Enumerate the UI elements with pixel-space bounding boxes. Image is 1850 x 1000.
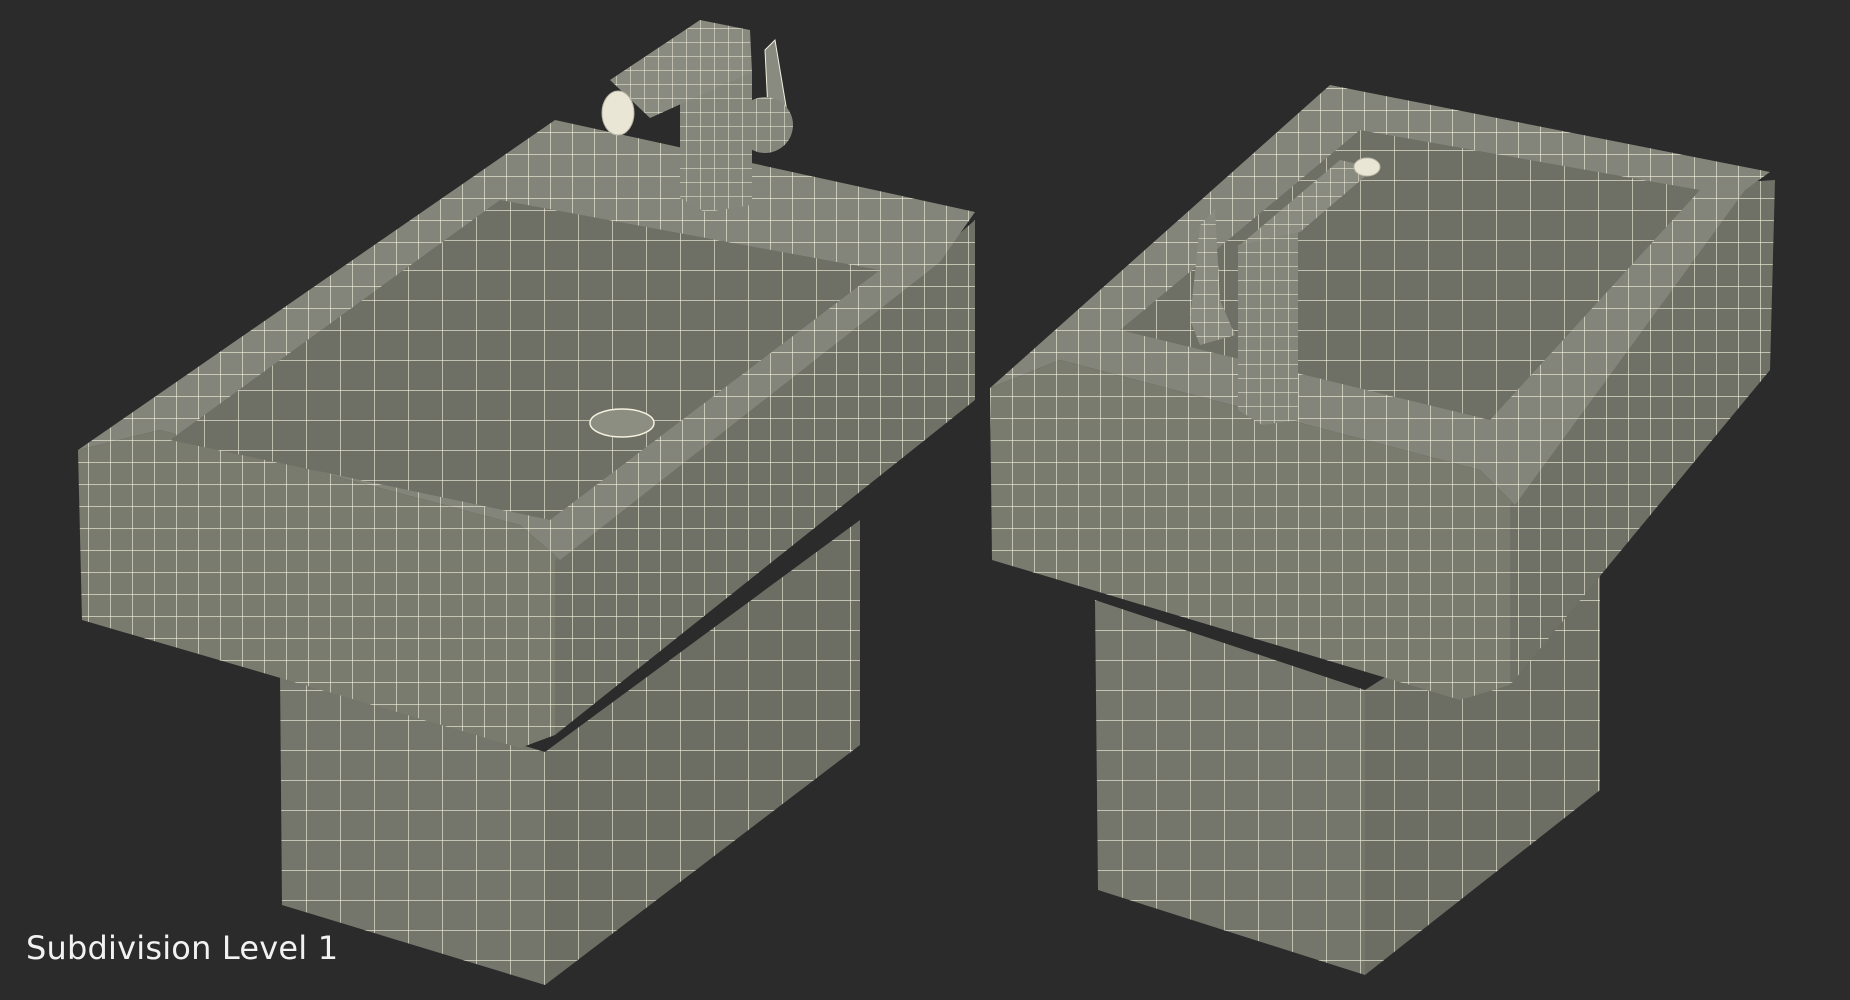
subdivision-caption: Subdivision Level 1 bbox=[26, 929, 339, 967]
viewport: Subdivision Level 1 bbox=[0, 0, 1850, 1000]
render-canvas bbox=[78, 20, 1775, 985]
bidet-left-drain bbox=[589, 408, 655, 438]
bidet-right bbox=[990, 85, 1775, 975]
bidet-left bbox=[78, 20, 975, 985]
